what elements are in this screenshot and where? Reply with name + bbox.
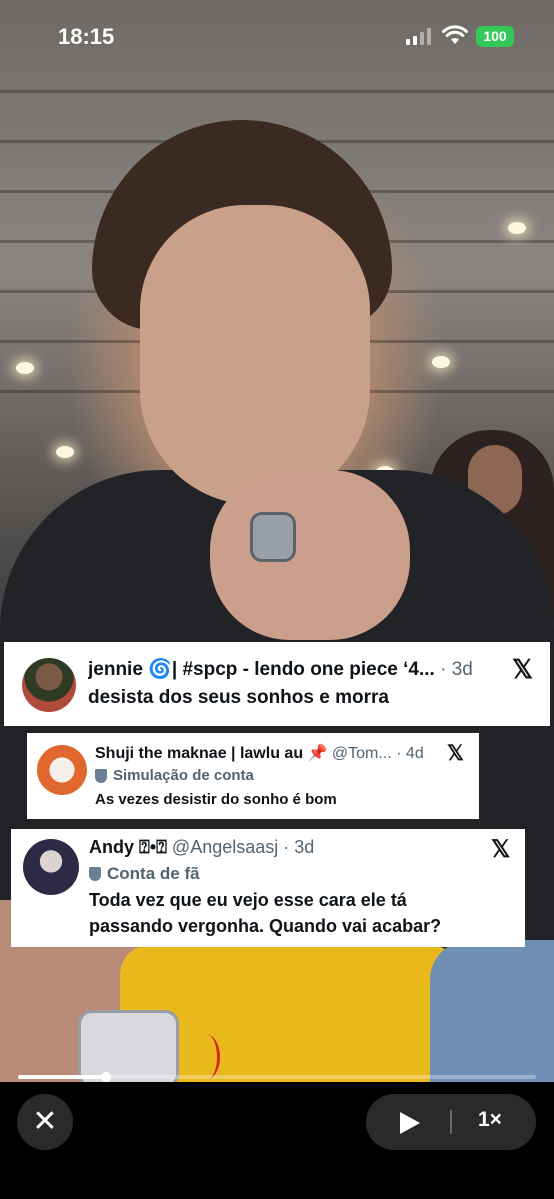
x-logo-icon: 𝕏: [512, 654, 533, 684]
ceiling-light: [16, 362, 34, 374]
play-icon[interactable]: [400, 1112, 420, 1134]
user-handle[interactable]: @Tom...: [327, 745, 396, 762]
display-name[interactable]: Andy: [89, 837, 139, 857]
ring: [250, 512, 296, 562]
avatar[interactable]: [22, 658, 76, 712]
account-label-text: Simulação de conta: [113, 767, 254, 784]
scrubber-handle[interactable]: [101, 1072, 112, 1082]
display-name-rest[interactable]: | #spcp - lendo one piece ‘4...: [172, 659, 435, 680]
reply-header: Andy ⍰•⍰ @Angelsaasj · 3d: [89, 837, 479, 858]
status-bar: 18:15 100: [0, 0, 554, 70]
account-label: Conta de fã: [89, 864, 200, 884]
red-bracelet: [195, 1035, 220, 1079]
x-logo-icon: 𝕏: [491, 836, 511, 863]
shield-icon: [95, 768, 107, 783]
jeans: [430, 940, 554, 1082]
battery-indicator: 100: [476, 26, 514, 47]
reply-card[interactable]: jennie 🌀| #spcp - lendo one piece ‘4... …: [4, 642, 550, 726]
user-handle[interactable]: @Angelsaasj: [167, 837, 283, 857]
account-label: Simulação de conta: [95, 767, 254, 784]
ceiling-light: [508, 222, 526, 234]
video-scrubber[interactable]: [18, 1072, 536, 1082]
playback-controls: 1×: [366, 1094, 536, 1150]
post-age: · 3d: [440, 659, 473, 680]
display-name[interactable]: Shuji the maknae | lawlu au: [95, 745, 308, 762]
wifi-icon: [442, 25, 468, 44]
hand: [210, 470, 410, 640]
wristwatch: [78, 1010, 179, 1082]
reply-card[interactable]: Andy ⍰•⍰ @Angelsaasj · 3d Conta de fã To…: [11, 829, 525, 947]
unknown-glyph-icon: ⍰•⍰: [139, 837, 167, 857]
display-name[interactable]: jennie: [88, 659, 148, 680]
shield-icon: [89, 867, 101, 881]
face: [140, 205, 370, 505]
account-label-text: Conta de fã: [107, 864, 200, 883]
post-age: · 3d: [283, 837, 315, 857]
ceiling-light: [56, 446, 74, 458]
divider: [450, 1110, 452, 1134]
reply-text: Toda vez que eu vejo esse cara ele tá pa…: [89, 890, 442, 936]
reply-header: jennie 🌀| #spcp - lendo one piece ‘4... …: [88, 657, 508, 681]
x-logo-icon: 𝕏: [447, 742, 464, 765]
playback-speed-button[interactable]: 1×: [478, 1108, 502, 1132]
spiral-emoji-icon: 🌀: [148, 659, 172, 680]
avatar[interactable]: [23, 839, 79, 895]
pushpin-emoji-icon: 📌: [307, 745, 328, 762]
reply-text: As vezes desistir do sonho é bom: [95, 791, 337, 808]
post-age: · 4d: [396, 745, 424, 762]
close-button[interactable]: ✕: [17, 1094, 73, 1150]
ceiling-light: [432, 356, 450, 368]
reply-card[interactable]: Shuji the maknae | lawlu au 📌 @Tom... · …: [27, 733, 479, 819]
player-controls: ✕ 1×: [0, 1082, 554, 1199]
avatar[interactable]: [37, 745, 87, 795]
ceiling-slat: [0, 90, 554, 93]
reply-text: desista dos seus sonhos e morra: [88, 687, 389, 708]
status-time: 18:15: [58, 24, 115, 49]
cellular-signal-icon: [406, 28, 431, 45]
progress-fill: [18, 1075, 107, 1079]
reply-header: Shuji the maknae | lawlu au 📌 @Tom... · …: [95, 743, 445, 763]
